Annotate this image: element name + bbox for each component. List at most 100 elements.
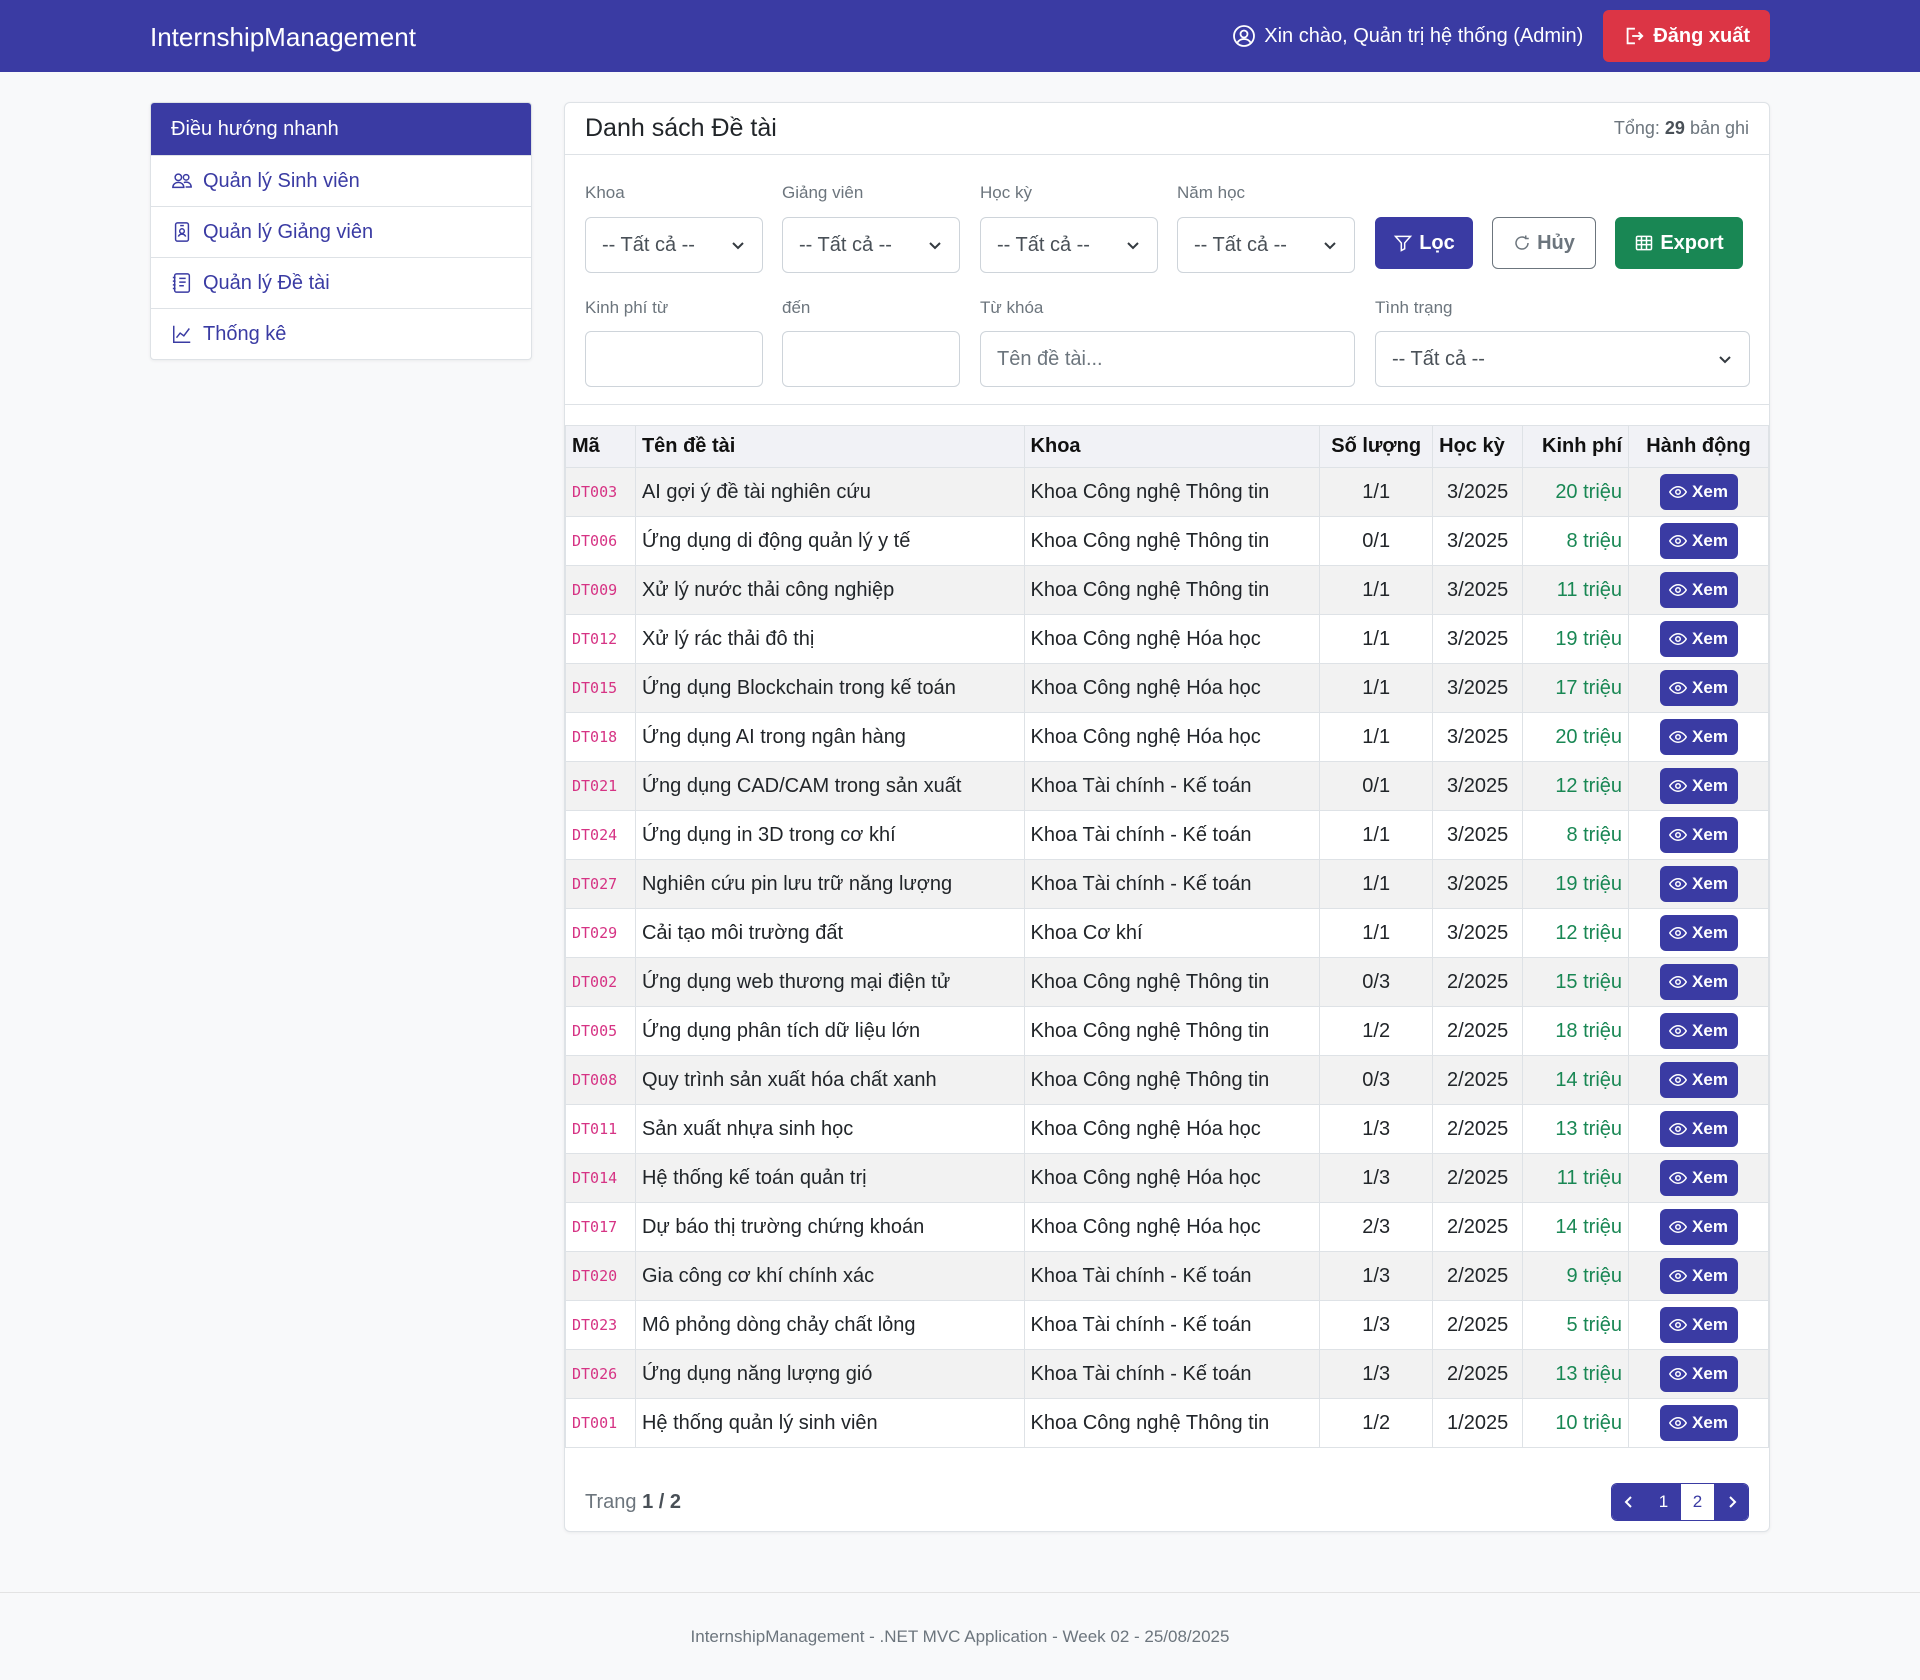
view-button[interactable]: Xem	[1659, 768, 1738, 804]
page-button-1[interactable]: 1	[1646, 1484, 1680, 1520]
top-navbar: InternshipManagement Xin chào, Quản trị …	[0, 0, 1920, 72]
semester-select[interactable]: -- Tất cả --	[980, 217, 1158, 273]
view-button-label: Xem	[1692, 678, 1728, 697]
view-button[interactable]: Xem	[1659, 1013, 1738, 1049]
chevron-left-icon	[1624, 1496, 1632, 1508]
view-button[interactable]: Xem	[1659, 523, 1738, 559]
view-button[interactable]: Xem	[1659, 719, 1738, 755]
col-header-name[interactable]: Tên đề tài	[634, 425, 1025, 468]
sidebar-item-topics[interactable]: Quản lý Đề tài	[151, 257, 531, 308]
topic-name: Ứng dụng phân tích dữ liệu lớn	[634, 1006, 1025, 1056]
sidebar-item-label: Quản lý Sinh viên	[203, 169, 360, 192]
table-row: DT011 Sản xuất nhựa sinh học Khoa Công ngh…	[565, 1104, 1769, 1154]
next-page-button[interactable]	[1714, 1484, 1748, 1520]
faculty-select[interactable]: -- Tất cả --	[585, 217, 763, 273]
sidebar-item-statistics[interactable]: Thống kê	[151, 308, 531, 359]
status-select[interactable]: -- Tất cả --	[1375, 331, 1750, 387]
view-button[interactable]: Xem	[1659, 1356, 1738, 1392]
view-button[interactable]: Xem	[1659, 621, 1738, 657]
view-button[interactable]: Xem	[1659, 817, 1738, 853]
view-button[interactable]: Xem	[1659, 1111, 1738, 1147]
sidebar-item-label: Quản lý Đề tài	[203, 271, 330, 294]
topic-cost: 20 triệu	[1522, 712, 1630, 762]
view-button[interactable]: Xem	[1659, 670, 1738, 706]
filter-button[interactable]: Lọc	[1375, 217, 1473, 269]
table-row: DT023 Mô phỏng dòng chảy chất lỏng Khoa Tà…	[565, 1300, 1769, 1350]
topic-actions: Xem	[1628, 1153, 1769, 1203]
view-button[interactable]: Xem	[1659, 1062, 1738, 1098]
faculty-select-value: -- Tất cả --	[602, 233, 695, 256]
topic-faculty: Khoa Công nghệ Thông tin	[1023, 565, 1321, 615]
topic-code: DT027	[565, 859, 636, 909]
view-button[interactable]: Xem	[1659, 474, 1738, 510]
view-button[interactable]: Xem	[1659, 572, 1738, 608]
topic-quantity: 1/1	[1319, 712, 1434, 762]
semester-filter-label: Học kỳ	[980, 183, 1032, 202]
table-row: DT020 Gia công cơ khí chính xác Khoa Tài c…	[565, 1251, 1769, 1301]
topic-quantity: 1/1	[1319, 810, 1434, 860]
topic-code: DT009	[565, 565, 636, 615]
view-button[interactable]: Xem	[1659, 1258, 1738, 1294]
topic-code: DT020	[565, 1251, 636, 1301]
table-row: DT014 Hệ thống kế toán quản trị Khoa Công …	[565, 1153, 1769, 1203]
view-button[interactable]: Xem	[1659, 1405, 1738, 1441]
eye-icon	[1669, 975, 1688, 989]
topic-quantity: 1/1	[1319, 467, 1434, 517]
topic-cost: 12 triệu	[1522, 761, 1630, 811]
view-button-label: Xem	[1692, 727, 1728, 746]
export-button[interactable]: Export	[1615, 217, 1743, 269]
topic-semester: 2/2025	[1432, 1006, 1524, 1056]
topic-actions: Xem	[1628, 1300, 1769, 1350]
total-suffix: bản ghi	[1689, 118, 1749, 138]
view-button-label: Xem	[1692, 1217, 1728, 1236]
topic-name: Dự báo thị trường chứng khoán	[634, 1202, 1025, 1252]
reset-button[interactable]: Hủy	[1492, 217, 1596, 269]
col-header-faculty[interactable]: Khoa	[1023, 425, 1321, 468]
sidebar-item-students[interactable]: Quản lý Sinh viên	[151, 155, 531, 206]
topic-code: DT011	[565, 1104, 636, 1154]
topic-actions: Xem	[1628, 712, 1769, 762]
view-button[interactable]: Xem	[1659, 866, 1738, 902]
lecturer-select[interactable]: -- Tất cả --	[782, 217, 960, 273]
view-button-label: Xem	[1692, 776, 1728, 795]
topic-faculty: Khoa Công nghệ Thông tin	[1023, 1055, 1321, 1105]
view-button-label: Xem	[1692, 1070, 1728, 1089]
topic-actions: Xem	[1628, 516, 1769, 566]
year-select[interactable]: -- Tất cả --	[1177, 217, 1355, 273]
topic-list-card: Danh sách Đề tài Tổng: 29 bản ghi Khoa -…	[564, 102, 1770, 1532]
cost-from-input[interactable]	[585, 331, 763, 387]
topic-code: DT017	[565, 1202, 636, 1252]
view-button[interactable]: Xem	[1659, 915, 1738, 951]
logout-button[interactable]: Đăng xuất	[1603, 10, 1770, 62]
topic-cost: 19 triệu	[1522, 614, 1630, 664]
view-button[interactable]: Xem	[1659, 1209, 1738, 1245]
prev-page-button[interactable]	[1612, 1484, 1646, 1520]
col-header-code[interactable]: Mã	[565, 425, 636, 468]
reset-button-label: Hủy	[1537, 231, 1575, 254]
col-header-semester[interactable]: Học kỳ	[1432, 425, 1524, 468]
topic-actions: Xem	[1628, 1349, 1769, 1399]
table-row: DT015 Ứng dụng Blockchain trong kế toán Kh…	[565, 663, 1769, 713]
refresh-icon	[1515, 235, 1529, 250]
card-header: Danh sách Đề tài Tổng: 29 bản ghi	[565, 103, 1769, 155]
keyword-input[interactable]: Tên đề tài...	[980, 331, 1355, 387]
status-select-value: -- Tất cả --	[1392, 347, 1485, 370]
topic-semester: 3/2025	[1432, 761, 1524, 811]
col-header-cost[interactable]: Kinh phí	[1522, 425, 1630, 468]
table-row: DT027 Nghiên cứu pin lưu trữ năng lượng Kh…	[565, 859, 1769, 909]
col-header-quantity[interactable]: Số lượng	[1319, 425, 1434, 468]
table-row: DT005 Ứng dụng phân tích dữ liệu lớn Khoa …	[565, 1006, 1769, 1056]
eye-icon	[1669, 632, 1688, 646]
sidebar-item-lecturers[interactable]: Quản lý Giảng viên	[151, 206, 531, 257]
cost-to-input[interactable]	[782, 331, 960, 387]
page-button-2[interactable]: 2	[1680, 1484, 1714, 1520]
view-button[interactable]: Xem	[1659, 1160, 1738, 1196]
topic-name: Hệ thống kế toán quản trị	[634, 1153, 1025, 1203]
greeting-text: Xin chào, Quản trị hệ thống (Admin)	[1264, 24, 1584, 47]
view-button[interactable]: Xem	[1659, 1307, 1738, 1343]
view-button[interactable]: Xem	[1659, 964, 1738, 1000]
topic-quantity: 1/1	[1319, 859, 1434, 909]
brand-logo[interactable]: InternshipManagement	[150, 22, 416, 53]
topic-code: DT008	[565, 1055, 636, 1105]
topic-semester: 3/2025	[1432, 565, 1524, 615]
